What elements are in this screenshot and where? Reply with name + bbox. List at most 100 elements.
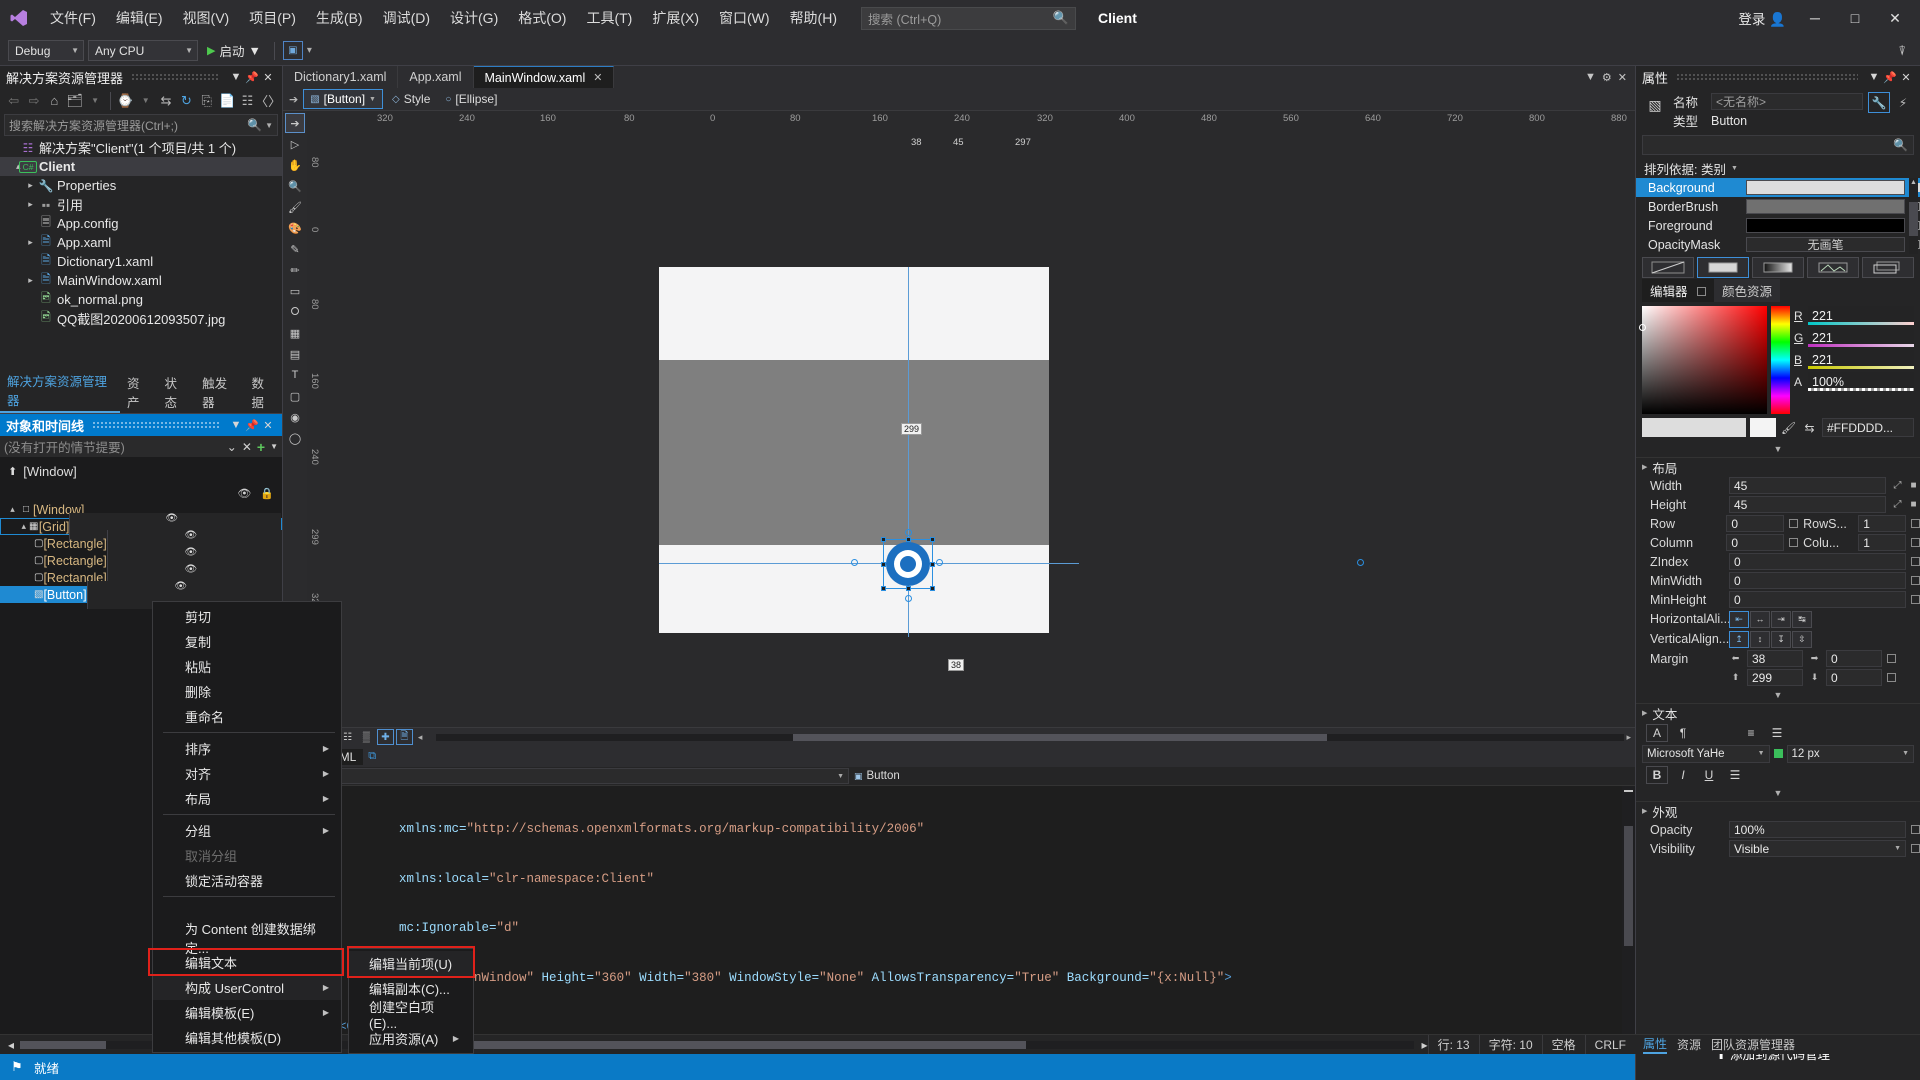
margin-anchor-right[interactable]: [1357, 559, 1364, 566]
close-icon[interactable]: ✕: [593, 71, 602, 84]
notifications-icon[interactable]: ▲: [1767, 1077, 1779, 1080]
minimize-button[interactable]: ─: [1796, 3, 1834, 33]
channel-g-input[interactable]: 221: [1808, 328, 1914, 347]
storyboard-selector[interactable]: (没有打开的情节提要) ⌄ ✕ + ▼: [0, 436, 282, 457]
panel-tool-icon[interactable]: ▤: [285, 344, 305, 364]
ctx-group[interactable]: 分组 ▶: [153, 818, 341, 843]
brush-swatch[interactable]: [1746, 218, 1905, 233]
expander[interactable]: ▸: [24, 275, 37, 286]
events-tab-icon[interactable]: ⚡: [1892, 92, 1914, 113]
minheight-input[interactable]: 0: [1729, 591, 1906, 608]
margin-bottom-input[interactable]: 0: [1826, 669, 1882, 686]
italic-icon[interactable]: I: [1672, 766, 1694, 784]
eye-icon[interactable]: 👁: [165, 513, 178, 524]
popout-editor-icon[interactable]: ⧉: [368, 750, 376, 763]
saturation-value-field[interactable]: [1639, 306, 1767, 414]
close-storyboard-icon[interactable]: ✕: [242, 440, 252, 454]
sync-icon[interactable]: ⇆: [156, 91, 175, 111]
submenu-create-empty[interactable]: 创建空白项(E)...: [349, 1000, 473, 1031]
expander[interactable]: ▴: [6, 504, 19, 515]
transparency-grid-icon[interactable]: ▒: [358, 729, 375, 745]
code-lines[interactable]: xmlns:mc="http://schemas.openxmlformats.…: [303, 786, 1635, 1046]
breadcrumb-ellipse[interactable]: ○ [Ellipse]: [439, 90, 503, 108]
eye-icon[interactable]: 👁: [184, 530, 197, 541]
align-bottom-icon[interactable]: ↧: [1771, 630, 1791, 648]
row-input[interactable]: 0: [1726, 515, 1785, 532]
advanced-options-icon[interactable]: [1789, 519, 1799, 528]
zoom-tool-icon[interactable]: 🔍: [285, 176, 305, 196]
tab-data[interactable]: 数据: [244, 371, 282, 413]
menu-design[interactable]: 设计(G): [440, 2, 508, 34]
ctx-edit-additional-templates[interactable]: 编辑模板(E) ▶: [153, 1000, 341, 1025]
collapse-color-editor-icon[interactable]: ▼: [1636, 441, 1920, 457]
maximize-button[interactable]: □: [1836, 3, 1874, 33]
column-input[interactable]: 0: [1726, 534, 1785, 551]
horizontal-ruler[interactable]: 320 240 160 80 0 80 160 240 320 400 480 …: [307, 111, 1635, 148]
chevron-down-icon[interactable]: ▼: [1585, 71, 1596, 83]
tab-assets[interactable]: 资产: [120, 371, 158, 413]
code-vertical-scrollbar[interactable]: [1622, 786, 1635, 1046]
menu-project[interactable]: 项目(P): [239, 2, 306, 34]
name-input[interactable]: <无名称>: [1711, 93, 1863, 110]
sidebar-item-mainwindow-xaml[interactable]: ▸ 🗎 MainWindow.xaml: [0, 271, 282, 290]
hue-slider[interactable]: [1771, 306, 1790, 414]
sign-in-button[interactable]: 登录 👤: [1730, 4, 1794, 32]
rectangle-tool-icon[interactable]: ▭: [285, 281, 305, 301]
asset-tool-icon[interactable]: ◉: [285, 407, 305, 427]
scrollbar-thumb[interactable]: [1624, 826, 1633, 946]
objects-root-window[interactable]: ⬆ [Window]: [0, 457, 282, 485]
visibility-dropdown[interactable]: Visible ▼: [1729, 840, 1906, 857]
zindex-input[interactable]: 0: [1729, 553, 1906, 570]
more-tools-icon[interactable]: ◯: [285, 428, 305, 448]
ctx-cut[interactable]: 剪切: [153, 604, 341, 629]
tab-color-editor[interactable]: 编辑器: [1642, 279, 1714, 302]
global-search-input[interactable]: 搜索 (Ctrl+Q) 🔍: [861, 6, 1076, 30]
auto-size-icon[interactable]: ⤢: [1891, 480, 1904, 491]
text-section-header[interactable]: ▶ 文本: [1636, 704, 1920, 722]
control-tool-icon[interactable]: ▢: [285, 386, 305, 406]
advanced-options-icon[interactable]: [1911, 538, 1920, 547]
chevron-down-icon[interactable]: ▼: [270, 442, 278, 451]
close-icon[interactable]: ✕: [260, 71, 276, 84]
collapse-layout-icon[interactable]: ▼: [1636, 687, 1920, 703]
ctx-layout[interactable]: 布局 ▶: [153, 786, 341, 811]
advanced-options-icon[interactable]: [1911, 576, 1920, 585]
properties-sort-selector[interactable]: 排列依据: 类别 ▼: [1636, 158, 1920, 178]
pencil-tool-icon[interactable]: ✏: [285, 260, 305, 280]
grid-tool-icon[interactable]: ▦: [285, 323, 305, 343]
artboard[interactable]: [659, 267, 1049, 633]
hex-input[interactable]: #FFDDDD...: [1822, 418, 1914, 437]
expander[interactable]: ▸: [24, 180, 37, 191]
channel-a-input[interactable]: 100%: [1808, 372, 1914, 391]
xaml-current-element[interactable]: ▣ Button: [854, 770, 900, 782]
refresh-icon[interactable]: ↻: [177, 91, 196, 111]
underline-icon[interactable]: U: [1698, 766, 1720, 784]
gear-icon[interactable]: ⚙: [1602, 71, 1612, 84]
scrollbar-thumb[interactable]: [792, 733, 1328, 741]
solution-root-node[interactable]: ☷ 解决方案"Client"(1 个项目/共 1 个): [0, 138, 282, 157]
font-style-icon[interactable]: A: [1646, 723, 1668, 742]
start-debug-button[interactable]: ▶ 启动 ▼: [202, 39, 266, 62]
ctx-order[interactable]: 排序 ▶: [153, 736, 341, 761]
expander[interactable]: ▴: [6, 161, 21, 172]
appearance-section-header[interactable]: ▶ 外观: [1636, 802, 1920, 820]
ctx-align[interactable]: 对齐 ▶: [153, 761, 341, 786]
rotate-handle-bottom[interactable]: [905, 595, 912, 602]
pin-icon[interactable]: 📌: [244, 71, 260, 84]
chevron-down-icon[interactable]: ▼: [228, 419, 244, 431]
solid-brush-icon[interactable]: [1697, 257, 1749, 278]
rotate-handle-left[interactable]: [851, 559, 858, 566]
align-stretch-icon[interactable]: ↹: [1792, 610, 1812, 628]
sidebar-item-app-xaml[interactable]: ▸ 🗎 App.xaml: [0, 233, 282, 252]
menu-file[interactable]: 文件(F): [40, 2, 106, 34]
doc-tab-mainwindow-xaml[interactable]: MainWindow.xaml ✕: [473, 66, 615, 88]
tab-solution-explorer[interactable]: 解决方案资源管理器: [0, 369, 120, 413]
home-icon[interactable]: ⌂: [45, 91, 64, 111]
opacity-input[interactable]: 100%: [1729, 821, 1906, 838]
pen-tool-icon[interactable]: ✎: [285, 239, 305, 259]
design-canvas[interactable]: 320 240 160 80 0 80 160 240 320 400 480 …: [307, 111, 1635, 727]
advanced-options-icon[interactable]: [1911, 825, 1920, 834]
chevron-right-icon[interactable]: ▸: [1626, 732, 1631, 743]
advanced-options-icon[interactable]: [1887, 654, 1896, 663]
pointer-tool-icon[interactable]: ➔: [289, 93, 300, 106]
